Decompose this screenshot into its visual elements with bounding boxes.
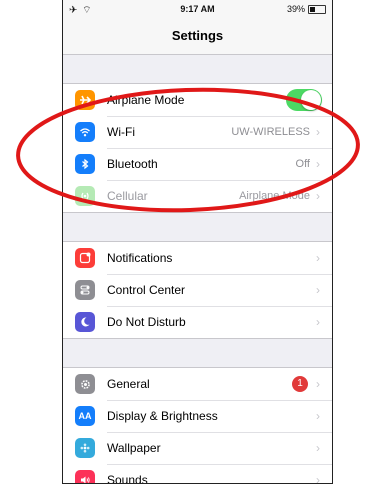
control-center-icon xyxy=(75,280,95,300)
nav-bar: Settings xyxy=(63,20,332,55)
toggle-knob xyxy=(301,89,321,110)
page-title: Settings xyxy=(171,28,224,43)
cellular-icon xyxy=(75,186,95,206)
wifi-icon xyxy=(75,122,95,142)
row-label: Wi-Fi xyxy=(107,124,135,139)
row-value: Airplane Mode xyxy=(239,190,310,202)
row-label: Control Center xyxy=(107,282,186,297)
settings-row-display-brightness[interactable]: AA Display & Brightness › xyxy=(63,400,332,433)
settings-row-airplane-mode[interactable]: Airplane Mode xyxy=(63,84,332,117)
settings-group: Airplane Mode Wi-Fi UW-WIRELESS › Bluetooth O… xyxy=(63,83,332,213)
chevron-right-icon: › xyxy=(316,473,320,484)
settings-list: Airplane Mode Wi-Fi UW-WIRELESS › Bluetooth O… xyxy=(63,55,332,484)
settings-row-wallpaper[interactable]: Wallpaper › xyxy=(63,432,332,465)
notification-badge: 1 xyxy=(292,375,308,392)
chevron-right-icon: › xyxy=(316,189,320,203)
settings-group: Notifications › Control Center › Do Not Dist… xyxy=(63,241,332,339)
bluetooth-icon xyxy=(75,154,95,174)
wallpaper-icon xyxy=(75,438,95,458)
chevron-right-icon: › xyxy=(316,440,320,455)
row-label: General xyxy=(107,376,150,391)
settings-row-bluetooth[interactable]: Bluetooth Off › xyxy=(63,148,332,181)
chevron-right-icon: › xyxy=(316,156,320,171)
row-value: Off xyxy=(295,157,310,170)
airplane-mode-toggle[interactable] xyxy=(286,88,322,111)
settings-row-cellular: Cellular Airplane Mode › xyxy=(63,180,332,212)
row-label: Sounds xyxy=(107,473,148,484)
moon-icon xyxy=(75,312,95,332)
row-label: Bluetooth xyxy=(107,156,158,171)
battery-percent: 39% xyxy=(286,4,305,14)
settings-row-general[interactable]: General 1 › xyxy=(63,368,332,401)
row-label: Cellular xyxy=(107,189,148,203)
settings-row-sounds[interactable]: Sounds › xyxy=(63,464,332,484)
notifications-icon xyxy=(75,248,95,268)
settings-row-control-center[interactable]: Control Center › xyxy=(63,274,332,307)
battery-icon xyxy=(308,4,326,14)
settings-row-do-not-disturb[interactable]: Do Not Disturb › xyxy=(63,306,332,338)
row-label: Notifications xyxy=(107,250,173,265)
settings-row-wi-fi[interactable]: Wi-Fi UW-WIRELESS › xyxy=(63,116,332,149)
row-value: UW-WIRELESS xyxy=(231,125,310,138)
row-label: Do Not Disturb xyxy=(107,315,186,329)
gear-icon xyxy=(75,374,95,394)
settings-row-notifications[interactable]: Notifications › xyxy=(63,242,332,275)
chevron-right-icon: › xyxy=(316,282,320,297)
chevron-right-icon: › xyxy=(316,376,320,391)
status-bar: ✈ ⌔ 9:17 AM 39% xyxy=(63,0,332,20)
chevron-right-icon: › xyxy=(316,315,320,329)
display-icon: AA xyxy=(75,406,95,426)
chevron-right-icon: › xyxy=(316,408,320,423)
speaker-icon xyxy=(75,470,95,483)
row-label: Airplane Mode xyxy=(107,92,185,107)
phone-screen: ✈ ⌔ 9:17 AM 39% Settings Airplane Mode Wi… xyxy=(62,0,333,484)
row-label: Wallpaper xyxy=(107,440,161,455)
status-right: 39% xyxy=(287,4,326,14)
settings-group: General 1 › AA Display & Brightness › Wallpape… xyxy=(63,367,332,484)
airplane-icon xyxy=(75,90,95,110)
row-label: Display & Brightness xyxy=(107,408,218,423)
chevron-right-icon: › xyxy=(316,124,320,139)
chevron-right-icon: › xyxy=(316,250,320,265)
